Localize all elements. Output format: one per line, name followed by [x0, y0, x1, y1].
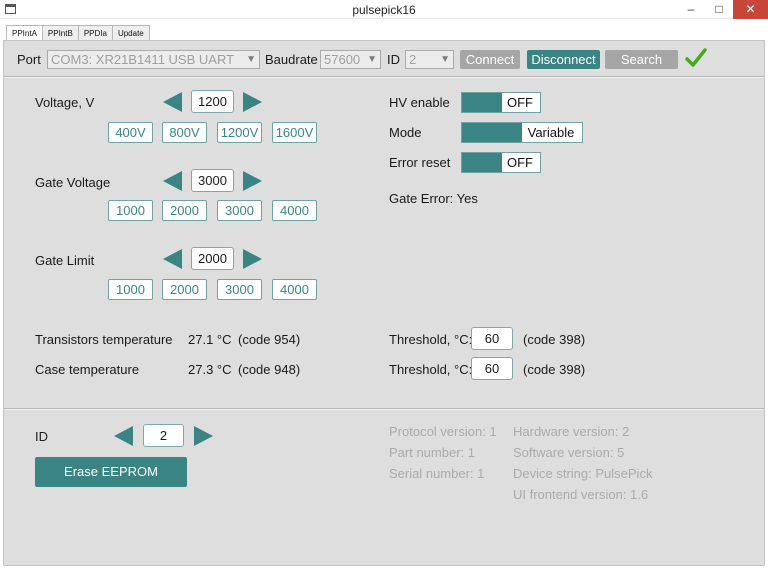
gate-voltage-preset-4000[interactable]: 4000 [272, 200, 317, 221]
tab-ppintb[interactable]: PPIntB [41, 25, 79, 40]
tab-ppinta[interactable]: PPIntA [6, 25, 43, 41]
top-divider-highlight [4, 77, 764, 78]
port-select[interactable]: COM3: XR21B1411 USB UART ▼ [47, 50, 260, 69]
voltage-preset-400[interactable]: 400V [108, 122, 153, 143]
tab-update[interactable]: Update [111, 25, 150, 40]
window-title: pulsepick16 [352, 3, 416, 17]
transistors-threshold-label: Threshold, °C: [389, 332, 473, 347]
gate-voltage-increase-arrow-icon[interactable] [243, 171, 262, 191]
gate-limit-preset-2000[interactable]: 2000 [162, 279, 207, 300]
error-reset-label: Error reset [389, 155, 451, 170]
close-button[interactable]: ✕ [733, 0, 768, 19]
transistors-temperature-value: 27.1 °C [188, 332, 232, 347]
hv-enable-state: OFF [507, 95, 533, 110]
baudrate-select[interactable]: 57600 ▼ [320, 50, 381, 69]
case-threshold-input[interactable]: 60 [471, 357, 513, 380]
voltage-increase-arrow-icon[interactable] [243, 92, 262, 112]
gate-limit-decrease-arrow-icon[interactable] [163, 249, 182, 269]
protocol-version: Protocol version: 1 [389, 424, 497, 439]
toggle-knob [462, 123, 522, 142]
minimize-button[interactable]: – [678, 0, 704, 19]
mode-state: Variable [527, 125, 575, 140]
baudrate-label: Baudrate [265, 52, 318, 67]
error-reset-state: OFF [507, 155, 533, 170]
case-temperature-code: (code 948) [238, 362, 301, 377]
gate-limit-increase-arrow-icon[interactable] [243, 249, 262, 269]
device-id-label: ID [35, 429, 48, 444]
transistors-threshold-code: (code 398) [523, 332, 586, 347]
gate-limit-preset-3000[interactable]: 3000 [217, 279, 262, 300]
voltage-preset-1600[interactable]: 1600V [272, 122, 317, 143]
gate-voltage-decrease-arrow-icon[interactable] [163, 171, 182, 191]
device-id-value[interactable]: 2 [143, 424, 184, 447]
case-temperature-label: Case temperature [35, 362, 140, 377]
search-button[interactable]: Search [605, 50, 678, 69]
bottom-divider-highlight [4, 409, 764, 410]
title-bar: pulsepick16 – □ ✕ [0, 0, 768, 19]
device-string: Device string: PulsePick [513, 466, 653, 481]
tab-ppdia[interactable]: PPDIa [77, 25, 113, 40]
part-number: Part number: 1 [389, 445, 475, 460]
connect-button[interactable]: Connect [460, 50, 520, 69]
case-threshold-code: (code 398) [523, 362, 586, 377]
gate-voltage-preset-1000[interactable]: 1000 [108, 200, 153, 221]
hardware-version: Hardware version: 2 [513, 424, 630, 439]
error-reset-toggle[interactable]: OFF [461, 152, 541, 173]
voltage-value[interactable]: 1200 [191, 90, 234, 113]
gate-error-status: Gate Error: Yes [389, 191, 478, 206]
serial-number: Serial number: 1 [389, 466, 485, 481]
gate-voltage-label: Gate Voltage [35, 175, 111, 190]
case-threshold-label: Threshold, °C: [389, 362, 473, 377]
mode-label: Mode [389, 125, 422, 140]
chevron-down-icon: ▼ [440, 54, 450, 65]
voltage-label: Voltage, V [35, 95, 95, 110]
transistors-threshold-input[interactable]: 60 [471, 327, 513, 350]
hv-enable-toggle[interactable]: OFF [461, 92, 541, 113]
case-temperature-value: 27.3 °C [188, 362, 232, 377]
device-id-increase-arrow-icon[interactable] [194, 426, 213, 446]
main-panel [3, 40, 765, 566]
disconnect-button[interactable]: Disconnect [527, 50, 600, 69]
gate-voltage-preset-3000[interactable]: 3000 [217, 200, 262, 221]
gate-limit-preset-4000[interactable]: 4000 [272, 279, 317, 300]
port-value: COM3: XR21B1411 USB UART [51, 52, 235, 67]
voltage-preset-1200[interactable]: 1200V [217, 122, 262, 143]
transistors-temperature-label: Transistors temperature [35, 332, 173, 347]
gate-limit-value[interactable]: 2000 [191, 247, 234, 270]
chevron-down-icon: ▼ [246, 54, 256, 65]
toggle-knob [462, 93, 502, 112]
gate-voltage-preset-2000[interactable]: 2000 [162, 200, 207, 221]
ui-frontend-version: UI frontend version: 1.6 [513, 487, 649, 502]
maximize-button[interactable]: □ [706, 0, 732, 19]
chevron-down-icon: ▼ [367, 54, 377, 65]
voltage-decrease-arrow-icon[interactable] [163, 92, 182, 112]
gate-voltage-value[interactable]: 3000 [191, 169, 234, 192]
device-id-decrease-arrow-icon[interactable] [114, 426, 133, 446]
id-select[interactable]: 2 ▼ [405, 50, 454, 69]
port-label: Port [17, 52, 41, 67]
tab-bar: PPIntA PPIntB PPDIa Update [6, 25, 150, 41]
toggle-knob [462, 153, 502, 172]
voltage-preset-800[interactable]: 800V [162, 122, 207, 143]
transistors-temperature-code: (code 954) [238, 332, 301, 347]
mode-toggle[interactable]: Variable [461, 122, 583, 143]
id-value: 2 [409, 52, 417, 67]
gate-limit-label: Gate Limit [35, 253, 95, 268]
gate-limit-preset-1000[interactable]: 1000 [108, 279, 153, 300]
hv-enable-label: HV enable [389, 95, 450, 110]
software-version: Software version: 5 [513, 445, 625, 460]
checkmark-icon [685, 48, 707, 67]
erase-eeprom-button[interactable]: Erase EEPROM [35, 457, 187, 487]
baudrate-value: 57600 [324, 52, 361, 67]
id-label: ID [387, 52, 400, 67]
